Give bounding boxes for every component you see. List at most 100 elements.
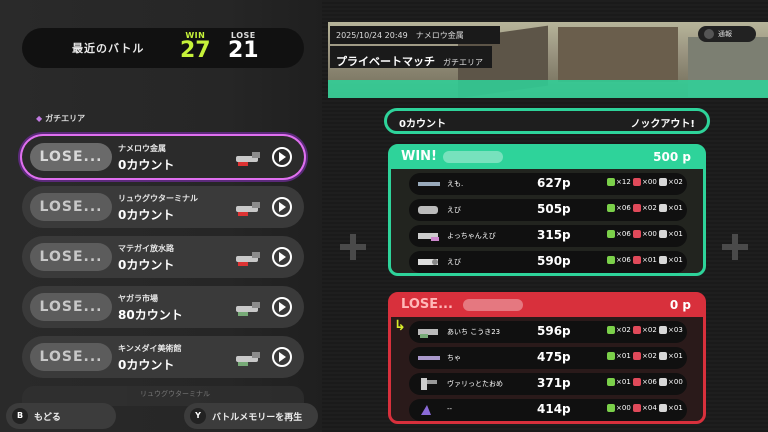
player-points: 414p <box>537 402 571 416</box>
special-count: ×02 <box>659 178 683 186</box>
death-value: ×02 <box>642 352 657 360</box>
win-count: 27 <box>180 38 211 63</box>
match-type: プライベートマッチ <box>336 55 435 68</box>
splat-zones-icon: ◆ <box>36 114 43 123</box>
replay-icon[interactable] <box>272 297 292 317</box>
result-pill: LOSE... <box>30 243 112 271</box>
team-header-scratch <box>463 299 523 311</box>
special-count: ×01 <box>659 256 683 264</box>
death-value: ×00 <box>642 230 657 238</box>
lose-count: 21 <box>228 38 259 63</box>
death-icon <box>633 404 641 412</box>
kill-count: ×12 <box>607 178 631 186</box>
death-value: ×01 <box>642 256 657 264</box>
death-icon <box>633 178 641 186</box>
replay-icon[interactable] <box>272 197 292 217</box>
weapon-icon <box>418 356 440 360</box>
lose-stat: LOSE 21 <box>228 31 259 62</box>
death-count: ×00 <box>633 230 657 238</box>
match-item[interactable]: LOSE... ヤガラ市場 80カウント <box>22 286 304 328</box>
player-name: えび <box>447 258 461 266</box>
player-row[interactable]: あいち こうき23 596p ×02 ×02 ×03 <box>409 321 687 343</box>
weapon-icon <box>236 352 260 366</box>
player-points: 596p <box>537 324 571 338</box>
death-icon <box>633 378 641 386</box>
special-value: ×01 <box>668 352 683 360</box>
count-text: 0カウント <box>118 358 175 372</box>
special-icon <box>659 230 667 238</box>
back-button[interactable]: B もどる <box>6 403 116 429</box>
player-row[interactable]: よっちゃんえび 315p ×06 ×00 ×01 <box>409 225 687 247</box>
player-name: ヴァリっとたおめ <box>447 380 503 388</box>
recent-battles-header: 最近のバトル WIN 27 LOSE 21 <box>22 28 304 68</box>
battle-meta: 2025/10/24 20:49 ナメロウ金属 <box>330 26 500 44</box>
kill-value: ×01 <box>616 378 631 386</box>
death-value: ×00 <box>642 178 657 186</box>
count-text: 0カウント <box>118 258 175 272</box>
weapon-icon <box>418 329 438 338</box>
stage-name: リュウグウターミナル <box>140 390 210 398</box>
weapon-icon <box>236 302 260 316</box>
special-value: ×01 <box>668 230 683 238</box>
kill-value: ×06 <box>616 230 631 238</box>
team-header-scratch <box>443 151 503 163</box>
death-count: ×02 <box>633 352 657 360</box>
kill-value: ×06 <box>616 204 631 212</box>
player-points: 315p <box>537 228 571 242</box>
match-item[interactable]: LOSE... マテガイ放水路 0カウント <box>22 236 304 278</box>
player-row[interactable]: -- 414p ×00 ×04 ×01 <box>409 399 687 421</box>
kill-count: ×00 <box>607 404 631 412</box>
kill-count: ×01 <box>607 378 631 386</box>
player-row[interactable]: えび 590p ×06 ×01 ×01 <box>409 251 687 273</box>
battle-title: プライベートマッチ ガチエリア <box>330 46 492 68</box>
kill-icon <box>607 204 615 212</box>
match-item[interactable]: LOSE... ナメロウ金属 0カウント <box>22 136 304 178</box>
result-pill: LOSE... <box>30 343 112 371</box>
replay-icon[interactable] <box>272 147 292 167</box>
replay-icon[interactable] <box>272 247 292 267</box>
team-header: WIN! 500 p <box>391 147 703 169</box>
report-button[interactable]: 通報 <box>698 26 756 42</box>
special-value: ×01 <box>668 404 683 412</box>
weapon-icon <box>236 152 260 166</box>
kill-icon <box>607 378 615 386</box>
kill-icon <box>607 352 615 360</box>
player-row[interactable]: えび 505p ×06 ×02 ×01 <box>409 199 687 221</box>
mode-label-text: ガチエリア <box>45 114 86 123</box>
report-label: 通報 <box>718 30 732 38</box>
replay-icon[interactable] <box>272 347 292 367</box>
match-item[interactable]: LOSE... リュウグウターミナル 0カウント <box>22 186 304 228</box>
player-row[interactable]: ヴァリっとたおめ 371p ×01 ×06 ×00 <box>409 373 687 395</box>
special-count: ×01 <box>659 352 683 360</box>
death-count: ×01 <box>633 256 657 264</box>
team-points: 0 p <box>669 298 691 312</box>
knockout-label: ノックアウト! <box>630 119 695 130</box>
battle-datetime: 2025/10/24 20:49 <box>336 31 408 40</box>
stage-name: マテガイ放水路 <box>118 244 174 253</box>
kill-count: ×06 <box>607 204 631 212</box>
death-icon <box>633 204 641 212</box>
match-item[interactable]: LOSE... キンメダイ美術館 0カウント <box>22 336 304 378</box>
battle-history-screen: 最近のバトル WIN 27 LOSE 21 ◆ ガチエリア LOSE... ナメロ… <box>0 0 768 432</box>
player-row[interactable]: えも. 627p ×12 ×00 ×02 <box>409 173 687 195</box>
special-count: ×01 <box>659 230 683 238</box>
win-stat: WIN 27 <box>180 31 211 62</box>
battle-list-panel: 最近のバトル WIN 27 LOSE 21 ◆ ガチエリア LOSE... ナメロ… <box>0 0 322 432</box>
special-value: ×01 <box>668 204 683 212</box>
kill-count: ×06 <box>607 230 631 238</box>
kill-value: ×01 <box>616 352 631 360</box>
replay-battle-memory-button[interactable]: Y バトルメモリーを再生 <box>184 403 318 429</box>
y-button-icon: Y <box>190 408 206 424</box>
player-row[interactable]: ちゃ 475p ×01 ×02 ×01 <box>409 347 687 369</box>
player-points: 505p <box>537 202 571 216</box>
death-value: ×06 <box>642 378 657 386</box>
self-marker-arrow-icon: ↳ <box>394 318 406 334</box>
score-count: 0カウント <box>399 119 446 130</box>
death-value: ×02 <box>642 204 657 212</box>
team-points: 500 p <box>653 150 691 164</box>
special-value: ×00 <box>668 378 683 386</box>
kill-value: ×02 <box>616 326 631 334</box>
player-points: 590p <box>537 254 571 268</box>
kill-value: ×12 <box>616 178 631 186</box>
weapon-icon <box>421 378 437 390</box>
